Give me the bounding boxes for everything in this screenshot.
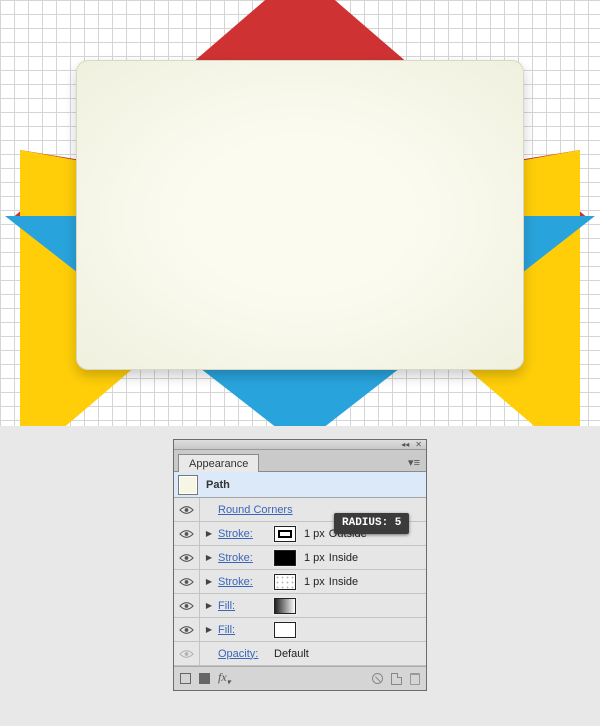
letter-card [76,60,524,370]
duplicate-item-icon[interactable] [391,673,402,685]
stroke-link[interactable]: Stroke: [218,528,274,540]
stroke-value: 1 pxInside [304,552,358,564]
visibility-icon[interactable] [179,649,194,659]
fill-link[interactable]: Fill: [218,624,274,636]
visibility-icon[interactable] [179,625,194,635]
fill-link[interactable]: Fill: [218,600,274,612]
panel-menu-icon[interactable]: ▾≡ [402,456,426,471]
visibility-icon[interactable] [179,601,194,611]
effect-link[interactable]: Round Corners [218,504,293,516]
row-fill-1[interactable]: ▶ Fill: [174,594,426,618]
selected-object-row[interactable]: Path [174,472,426,498]
stroke-swatch[interactable] [274,574,296,590]
expand-icon[interactable]: ▶ [200,577,218,586]
appearance-panel: ◂◂ ✕ Appearance ▾≡ Path Round Corners [173,439,427,691]
panel-tabbar: Appearance ▾≡ [174,450,426,472]
row-stroke-3[interactable]: ▶ Stroke: 1 pxInside [174,570,426,594]
row-round-corners[interactable]: Round Corners [174,498,426,522]
fill-swatch[interactable] [274,598,296,614]
visibility-icon[interactable] [179,529,194,539]
close-icon[interactable]: ✕ [415,441,422,449]
row-stroke-1[interactable]: ▶ Stroke: 1 pxOutside [174,522,426,546]
stroke-link[interactable]: Stroke: [218,552,274,564]
panel-titlebar[interactable]: ◂◂ ✕ [174,440,426,450]
stroke-link[interactable]: Stroke: [218,576,274,588]
opacity-value: Default [274,648,309,660]
add-effect-icon[interactable]: fx▾ [218,670,231,686]
visibility-icon[interactable] [179,577,194,587]
visibility-icon[interactable] [179,553,194,563]
row-stroke-2[interactable]: ▶ Stroke: 1 pxInside [174,546,426,570]
workspace-gray-area: ◂◂ ✕ Appearance ▾≡ Path Round Corners [0,426,600,726]
opacity-link[interactable]: Opacity: [218,648,274,660]
stroke-value: 1 pxOutside [304,528,367,540]
new-stroke-icon[interactable] [180,673,191,684]
selected-object-label: Path [206,479,230,491]
clear-appearance-icon[interactable] [372,673,383,684]
delete-item-icon[interactable] [410,673,420,685]
row-fill-2[interactable]: ▶ Fill: [174,618,426,642]
new-fill-icon[interactable] [199,673,210,684]
fill-swatch[interactable] [274,622,296,638]
collapse-icon[interactable]: ◂◂ [401,441,409,449]
panel-footer: fx▾ [174,666,426,690]
expand-icon[interactable]: ▶ [200,625,218,634]
illustrator-canvas [0,0,600,426]
appearance-items: Round Corners ▶ Stroke: 1 pxOutside ▶ St… [174,498,426,666]
appearance-tab[interactable]: Appearance [178,454,259,472]
visibility-icon[interactable] [179,505,194,515]
object-thumbnail [178,475,198,495]
stroke-value: 1 pxInside [304,576,358,588]
row-opacity[interactable]: Opacity: Default [174,642,426,666]
stroke-swatch[interactable] [274,526,296,542]
expand-icon[interactable]: ▶ [200,601,218,610]
stroke-swatch[interactable] [274,550,296,566]
expand-icon[interactable]: ▶ [200,553,218,562]
expand-icon[interactable]: ▶ [200,529,218,538]
